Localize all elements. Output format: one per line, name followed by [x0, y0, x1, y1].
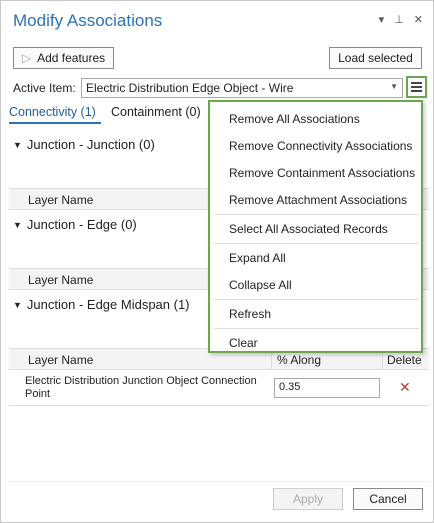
pane-title: Modify Associations: [13, 11, 163, 30]
menu-item-remove-containment[interactable]: Remove Containment Associations: [229, 166, 415, 180]
col-layer-name: Layer Name: [28, 273, 94, 287]
add-features-label: Add features: [37, 51, 106, 65]
menu-item-remove-all[interactable]: Remove All Associations: [229, 112, 360, 126]
chevron-down-icon: ▼: [390, 82, 398, 91]
add-features-button[interactable]: ▷ Add features: [13, 47, 114, 69]
active-item-value: Electric Distribution Edge Object - Wire: [86, 81, 294, 95]
menu-item-remove-connectivity[interactable]: Remove Connectivity Associations: [229, 139, 412, 153]
menu-item-remove-attachment[interactable]: Remove Attachment Associations: [229, 193, 407, 207]
col-along: % Along: [277, 353, 322, 367]
percent-along-input[interactable]: 0.35: [274, 378, 380, 398]
chevron-down-icon: ▼: [13, 140, 22, 150]
menu-item-collapse-all[interactable]: Collapse All: [229, 278, 292, 292]
hamburger-icon: [411, 82, 422, 84]
cursor-arrow-icon: ▷: [21, 51, 32, 65]
menu-divider: [214, 328, 419, 329]
menu-item-refresh[interactable]: Refresh: [229, 307, 271, 321]
menu-item-expand-all[interactable]: Expand All: [229, 251, 286, 265]
menu-divider: [214, 214, 419, 215]
chevron-down-icon: ▼: [13, 300, 22, 310]
section-junction-edge[interactable]: ▼ Junction - Edge (0): [13, 217, 137, 232]
active-tab-indicator: [9, 122, 101, 124]
section-title: Junction - Edge Midspan (1): [26, 297, 190, 312]
section-title: Junction - Junction (0): [26, 137, 155, 152]
delete-icon[interactable]: ✕: [399, 379, 411, 396]
divider: [9, 481, 429, 482]
cancel-button[interactable]: Cancel: [353, 488, 423, 510]
menu-divider: [214, 243, 419, 244]
col-delete: Delete: [387, 353, 422, 367]
row-layer-name: Electric Distribution Junction Object Co…: [25, 375, 257, 400]
menu-item-select-associated[interactable]: Select All Associated Records: [229, 222, 388, 236]
menu-divider: [214, 299, 419, 300]
apply-button[interactable]: Apply: [273, 488, 343, 510]
active-item-label: Active Item:: [13, 81, 76, 95]
menu-item-clear[interactable]: Clear: [229, 336, 258, 350]
col-layer-name: Layer Name: [28, 353, 94, 367]
options-menu-button[interactable]: [406, 76, 427, 98]
section-junction-junction[interactable]: ▼ Junction - Junction (0): [13, 137, 155, 152]
chevron-down-icon: ▼: [13, 220, 22, 230]
close-icon[interactable]: ✕: [414, 13, 423, 26]
load-selected-button[interactable]: Load selected: [329, 47, 422, 69]
section-title: Junction - Edge (0): [26, 217, 137, 232]
table-row[interactable]: Electric Distribution Junction Object Co…: [9, 370, 429, 406]
col-layer-name: Layer Name: [28, 193, 94, 207]
tab-connectivity[interactable]: Connectivity (1): [9, 105, 96, 119]
tab-containment[interactable]: Containment (0): [111, 105, 201, 119]
pane-title-controls: ▾ ⊥ ✕: [379, 13, 423, 26]
section-junction-edge-midspan[interactable]: ▼ Junction - Edge Midspan (1): [13, 297, 190, 312]
pin-icon[interactable]: ⊥: [394, 13, 404, 26]
options-context-menu: Remove All Associations Remove Connectiv…: [208, 100, 423, 353]
active-item-dropdown[interactable]: Electric Distribution Edge Object - Wire…: [81, 78, 403, 98]
chevron-down-icon[interactable]: ▾: [379, 13, 385, 26]
modify-associations-pane: Modify Associations ▾ ⊥ ✕ ▷ Add features…: [0, 0, 434, 523]
